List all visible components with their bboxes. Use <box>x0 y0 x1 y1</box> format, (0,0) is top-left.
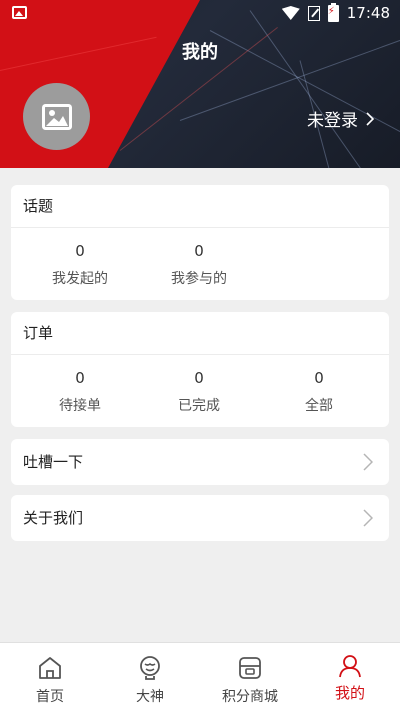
feedback-label: 吐槽一下 <box>23 453 84 471</box>
tab-label: 大神 <box>136 689 164 705</box>
bottom-tab-bar: 首页 大神 积分商城 我的 <box>0 642 400 711</box>
orders-title: 订单 <box>11 312 389 355</box>
battery-charging-icon <box>327 2 339 22</box>
chevron-right-icon <box>363 509 373 527</box>
orders-stats: 0 待接单 0 已完成 0 全部 <box>11 355 389 427</box>
stat-value: 0 <box>75 369 85 387</box>
stat-orders-completed[interactable]: 0 已完成 <box>139 367 259 415</box>
stat-value: 0 <box>75 242 85 260</box>
tab-mine[interactable]: 我的 <box>300 643 400 711</box>
screen: 17:48 我的 未登录 话题 0 我发起的 0 <box>0 0 400 711</box>
tab-master[interactable]: 大神 <box>100 643 200 711</box>
home-icon <box>39 657 61 679</box>
master-icon <box>140 656 160 680</box>
stat-orders-all[interactable]: 0 全部 <box>259 367 379 415</box>
login-link[interactable]: 未登录 <box>307 106 374 131</box>
status-bar: 17:48 <box>0 0 400 26</box>
feedback-row[interactable]: 吐槽一下 <box>11 439 389 485</box>
page-title: 我的 <box>182 42 218 63</box>
wifi-icon <box>282 6 300 20</box>
mall-icon <box>239 657 261 679</box>
chevron-right-icon <box>366 111 374 126</box>
tab-label: 首页 <box>36 689 64 705</box>
stat-value: 0 <box>194 369 204 387</box>
stat-label: 我发起的 <box>52 271 108 287</box>
status-icons: 17:48 <box>282 2 390 22</box>
image-placeholder-icon <box>41 103 72 130</box>
stat-orders-pending[interactable]: 0 待接单 <box>20 367 140 415</box>
profile-header: 17:48 我的 未登录 <box>0 0 400 168</box>
stat-value: 0 <box>194 242 204 260</box>
about-us-label: 关于我们 <box>23 509 84 527</box>
gallery-notification-icon <box>12 6 27 19</box>
tab-label: 积分商城 <box>222 689 278 705</box>
no-sim-icon <box>307 5 320 21</box>
login-label: 未登录 <box>307 111 358 131</box>
chevron-right-icon <box>363 453 373 471</box>
orders-card: 订单 0 待接单 0 已完成 0 全部 <box>11 312 389 427</box>
tab-label: 我的 <box>334 684 365 702</box>
stat-label: 已完成 <box>178 398 220 414</box>
topics-title: 话题 <box>11 185 389 228</box>
stat-label: 待接单 <box>59 398 101 414</box>
stat-topics-joined[interactable]: 0 我参与的 <box>139 240 259 288</box>
avatar[interactable] <box>23 83 90 150</box>
stat-topics-started[interactable]: 0 我发起的 <box>20 240 140 288</box>
topics-stats: 0 我发起的 0 我参与的 <box>11 228 389 300</box>
stat-label: 我参与的 <box>171 271 227 287</box>
topics-card: 话题 0 我发起的 0 我参与的 <box>11 185 389 300</box>
tab-home[interactable]: 首页 <box>0 643 100 711</box>
user-icon <box>339 655 361 678</box>
stat-label: 全部 <box>305 398 333 414</box>
about-us-row[interactable]: 关于我们 <box>11 495 389 541</box>
tab-points-mall[interactable]: 积分商城 <box>200 643 300 711</box>
status-time: 17:48 <box>346 4 390 22</box>
stat-value: 0 <box>314 369 324 387</box>
